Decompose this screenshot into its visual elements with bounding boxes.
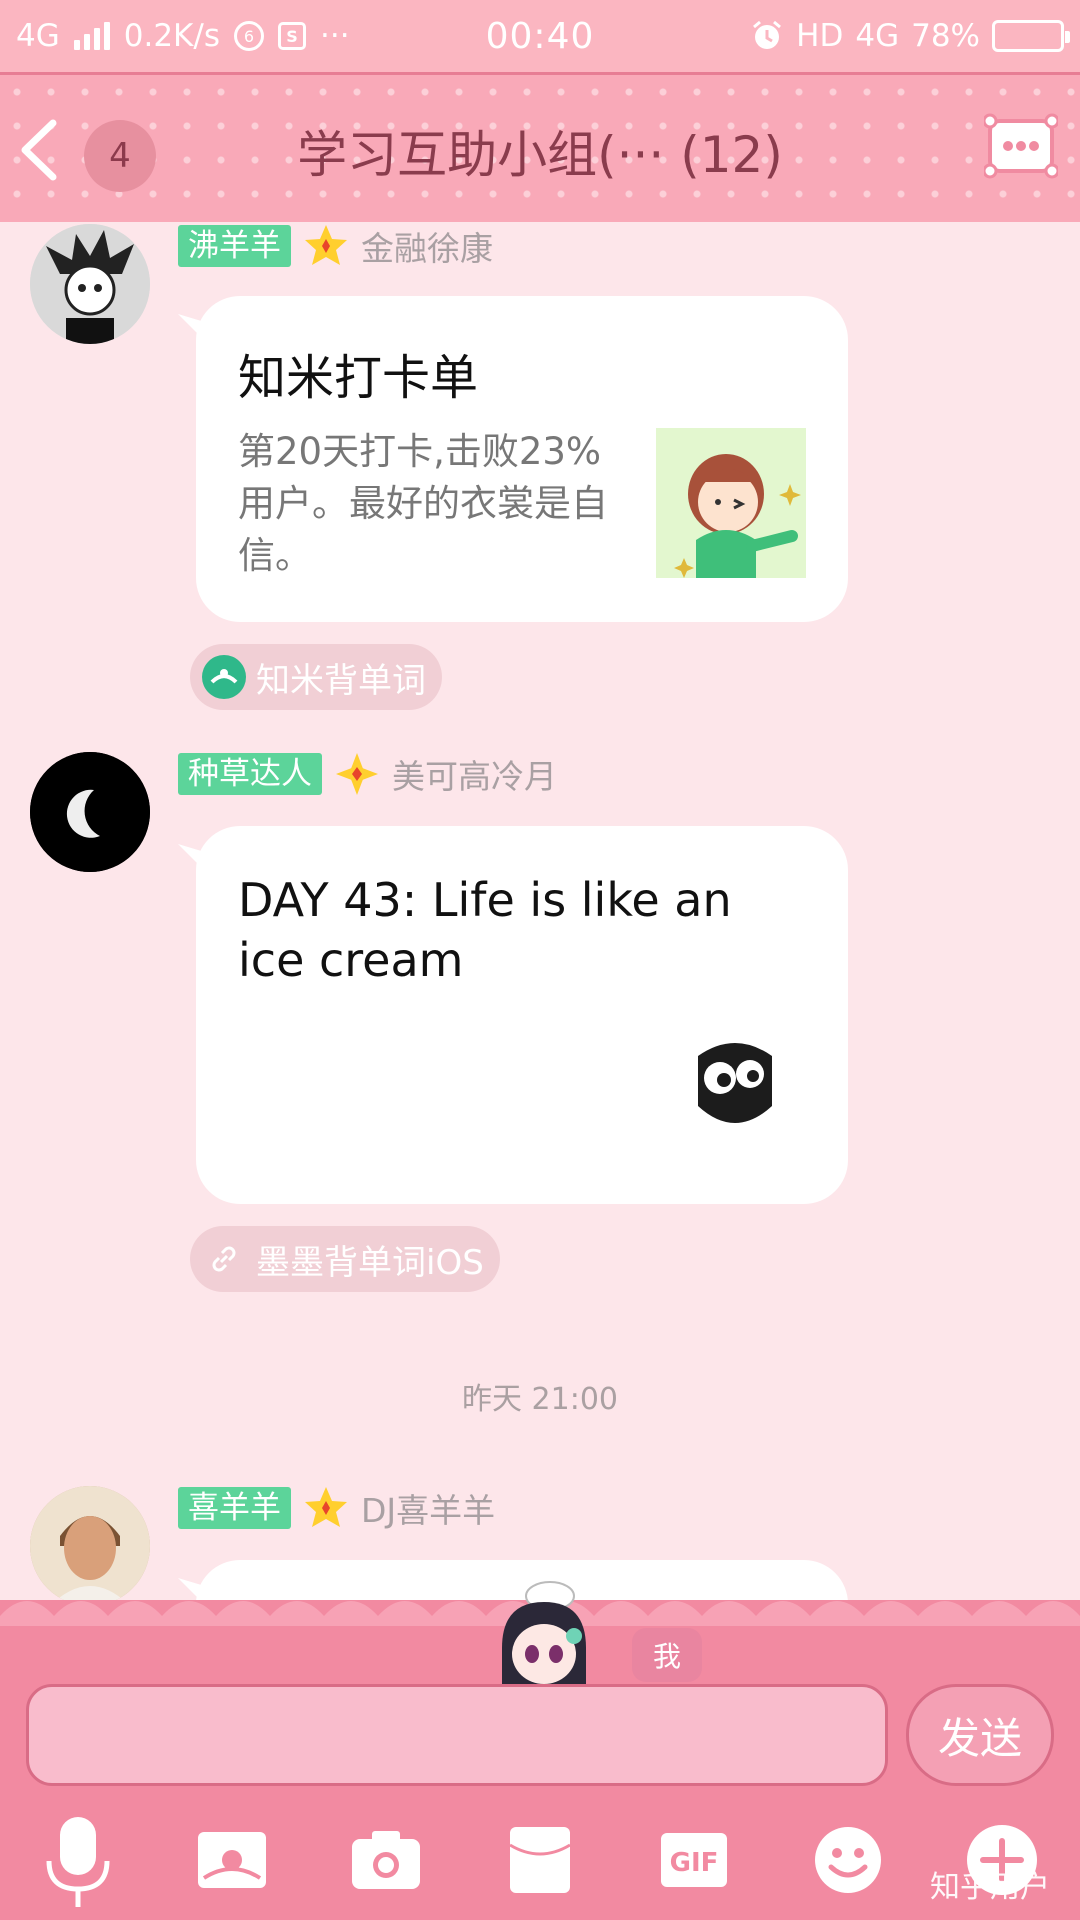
unread-count-badge[interactable]: 4 [84,120,156,192]
camera-button[interactable] [346,1820,426,1900]
chevron-left-icon [21,119,57,181]
voice-button[interactable] [38,1817,118,1907]
card-title: 知米打卡单 [238,350,479,406]
message-meta: 喜羊羊 DJ喜羊羊 [178,1486,495,1530]
owl-logo-icon [698,1043,772,1123]
sender-name[interactable]: 美可高冷月 [392,750,557,798]
album-button[interactable] [192,1820,272,1900]
avatar[interactable] [30,224,150,344]
send-button[interactable]: 发送 [906,1684,1054,1786]
source-label: 知米背单词 [256,660,426,701]
toolbar: GIF [0,1817,1080,1920]
envelope-icon [509,1827,571,1893]
card-description: 第20天打卡,击败23%用户。最好的衣裳是自信。 [238,430,608,577]
app-logo-icon [202,655,246,699]
message-input[interactable] [26,1684,888,1786]
star-icon [305,225,347,265]
star-icon [305,1487,347,1527]
mascot-girl-icon [502,1581,586,1686]
message-list[interactable]: 沸羊羊 金融徐康 知米打卡单 第20天打卡,击败23%用户。最好的衣裳是自信。 … [0,222,1080,1610]
watermark: 知乎用户 [930,1870,1050,1905]
battery-icon [992,20,1070,52]
avatar[interactable] [30,752,150,872]
time-divider: 昨天 21:00 [462,1382,618,1417]
message-meta: 种草达人 美可高冷月 [178,752,557,796]
status-bar: 4G 0.2K/s 6 S ··· 00:40 HD 4G 78% [0,0,1080,72]
link-icon [202,1237,246,1281]
moon-avatar-icon [30,752,150,872]
source-link[interactable]: 墨墨背单词iOS [190,1226,500,1292]
rank-badge: 种草达人 [178,753,322,795]
group-menu-icon[interactable] [984,113,1058,179]
gif-button[interactable]: GIF [654,1820,734,1900]
checkin-card[interactable]: DAY 43: Life is like an ice cream [196,826,848,1204]
card-text: DAY 43: Life is like an ice cream [238,873,732,987]
clock: 00:40 [485,15,595,57]
rank-badge: 喜羊羊 [178,1487,291,1529]
gif-icon: GIF [661,1833,727,1887]
page-title: 学习互助小组(··· (12) [297,126,783,184]
checkin-card[interactable]: 知米打卡单 第20天打卡,击败23%用户。最好的衣裳是自信。 [196,296,848,622]
gif-label: GIF [670,1848,719,1878]
girl-sticker-icon [656,428,806,578]
camera-icon [352,1831,420,1889]
microphone-icon [46,1817,110,1907]
card-thumbnail [656,428,806,578]
emoji-button[interactable] [808,1820,888,1900]
red-packet-button[interactable] [500,1820,580,1900]
source-link[interactable]: 知米背单词 [190,644,442,710]
back-button[interactable] [14,117,64,183]
message-meta: 沸羊羊 金融徐康 [178,224,493,268]
avatar-image-cartoon [30,224,150,344]
diamond-star-icon [336,753,378,795]
landscape-icon [198,1832,266,1888]
source-label: 墨墨背单词iOS [256,1242,484,1283]
sender-name[interactable]: DJ喜羊羊 [361,1484,495,1532]
smiley-icon [815,1827,881,1893]
rank-badge: 沸羊羊 [178,225,291,267]
sender-name[interactable]: 金融徐康 [361,222,493,270]
chat-header: 4 学习互助小组(··· (12) [0,72,1080,222]
me-label[interactable]: 我 [632,1628,702,1682]
